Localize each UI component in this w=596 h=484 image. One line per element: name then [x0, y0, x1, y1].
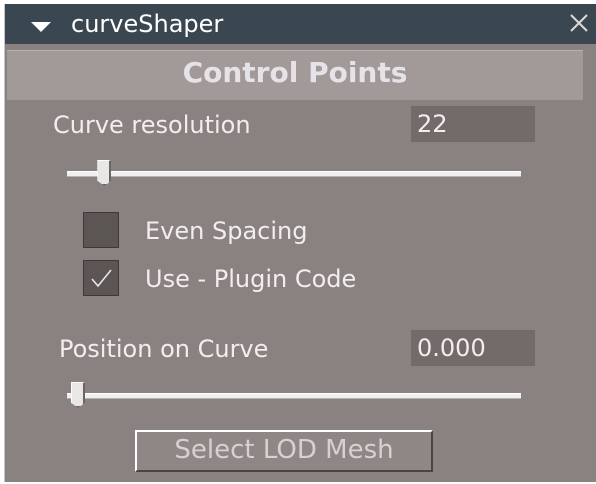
use-plugin-code-label: Use - Plugin Code — [145, 265, 357, 293]
use-plugin-code-checkbox[interactable] — [83, 260, 119, 296]
title-bar[interactable]: curveShaper — [5, 4, 596, 44]
section-title: Control Points — [182, 56, 408, 89]
slider-track — [67, 171, 521, 177]
checkmark-icon — [91, 269, 112, 288]
curve-resolution-field[interactable]: 22 — [411, 106, 535, 142]
slider-thumb[interactable] — [97, 160, 112, 186]
position-on-curve-slider[interactable] — [67, 382, 521, 412]
position-on-curve-label: Position on Curve — [59, 335, 269, 363]
slider-track — [67, 393, 521, 399]
close-icon[interactable] — [567, 11, 591, 35]
window-title: curveShaper — [71, 10, 224, 38]
curve-resolution-label: Curve resolution — [53, 111, 251, 139]
curve-resolution-slider[interactable] — [67, 160, 521, 190]
select-lod-mesh-button[interactable]: Select LOD Mesh — [135, 430, 433, 472]
triangle-down-icon[interactable] — [31, 22, 51, 32]
slider-thumb[interactable] — [71, 382, 85, 408]
even-spacing-checkbox[interactable] — [83, 212, 119, 248]
section-header-control-points[interactable]: Control Points — [7, 50, 583, 100]
even-spacing-label: Even Spacing — [145, 217, 308, 245]
position-on-curve-field[interactable]: 0.000 — [411, 330, 535, 366]
curve-shaper-window: curveShaper Control Points Curve resolut… — [4, 4, 596, 482]
